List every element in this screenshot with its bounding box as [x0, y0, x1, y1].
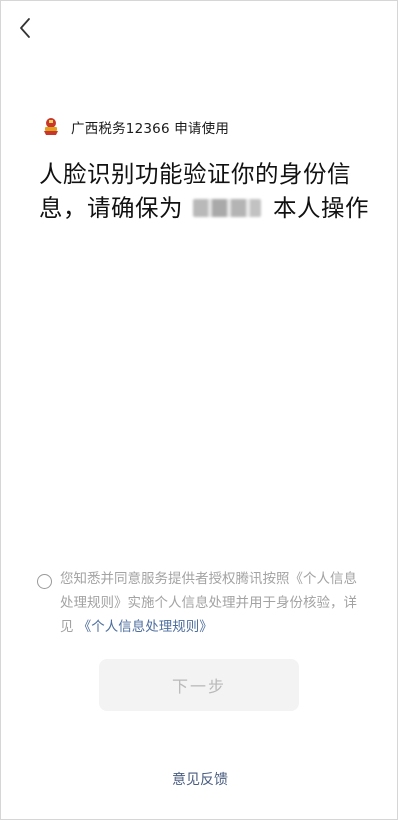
privacy-rules-link[interactable]: 《个人信息处理规则》: [78, 619, 213, 635]
tax-bureau-logo-icon: [44, 118, 58, 135]
feedback-link[interactable]: 意见反馈: [1, 769, 398, 789]
page-title: 人脸识别功能验证你的身份信息，请确保为 本人操作: [39, 157, 369, 225]
masked-user-name: [192, 198, 261, 217]
chevron-left-icon: [20, 18, 30, 38]
app-request-row: 广西税务12366 申请使用: [41, 117, 229, 137]
app-name: 广西税务12366 申请使用: [71, 121, 230, 137]
consent-text: 您知悉并同意服务提供者授权腾讯按照《个人信息处理规则》实施个人信息处理并用于身份…: [60, 567, 359, 639]
back-button[interactable]: [13, 15, 37, 41]
next-step-button[interactable]: 下一步: [99, 659, 299, 711]
consent-row: 您知悉并同意服务提供者授权腾讯按照《个人信息处理规则》实施个人信息处理并用于身份…: [37, 567, 359, 639]
consent-checkbox[interactable]: [37, 574, 52, 589]
title-text-part2: 本人操作: [272, 194, 369, 222]
screen: 广西税务12366 申请使用 人脸识别功能验证你的身份信息，请确保为 本人操作 …: [0, 0, 398, 820]
